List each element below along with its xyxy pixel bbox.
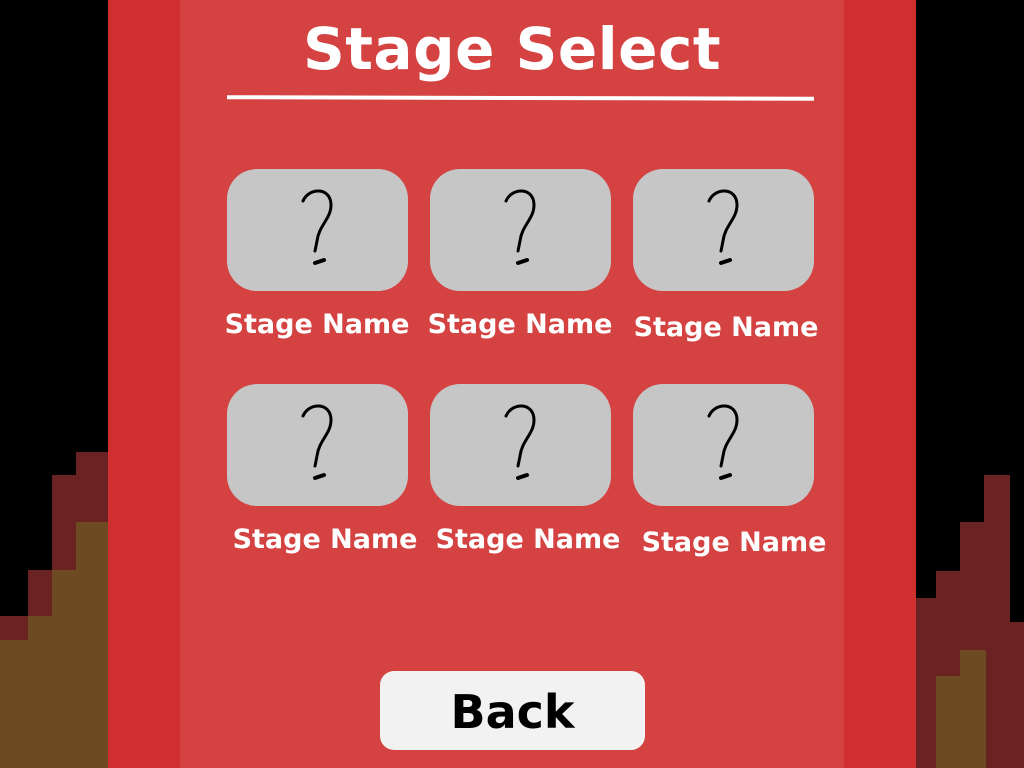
question-mark-icon: [301, 189, 333, 265]
stage-tile-4[interactable]: [227, 384, 408, 506]
stage-tile-1[interactable]: [227, 169, 408, 291]
question-mark-icon: [504, 404, 536, 480]
back-button[interactable]: Back: [380, 671, 645, 750]
left-flame: [0, 452, 108, 768]
stage-name-label: Stage Name: [224, 309, 410, 340]
stage-name-label: Stage Name: [427, 309, 613, 340]
question-mark-icon: [301, 404, 333, 480]
stage-tile-6[interactable]: [633, 384, 814, 506]
stage-tile-3[interactable]: [633, 169, 814, 291]
right-flame: [916, 475, 1024, 768]
stage-tile-5[interactable]: [430, 384, 611, 506]
question-mark-icon: [707, 189, 739, 265]
stage-name-label: Stage Name: [232, 524, 418, 555]
stage-select-screen: Stage Select Stage Name Stage Name Stage…: [0, 0, 1024, 768]
stage-name-label: Stage Name: [435, 524, 621, 555]
stage-tile-2[interactable]: [430, 169, 611, 291]
stage-name-label: Stage Name: [641, 527, 827, 558]
question-mark-icon: [504, 189, 536, 265]
page-title: Stage Select: [302, 15, 722, 83]
stage-name-label: Stage Name: [633, 312, 819, 343]
question-mark-icon: [707, 404, 739, 480]
